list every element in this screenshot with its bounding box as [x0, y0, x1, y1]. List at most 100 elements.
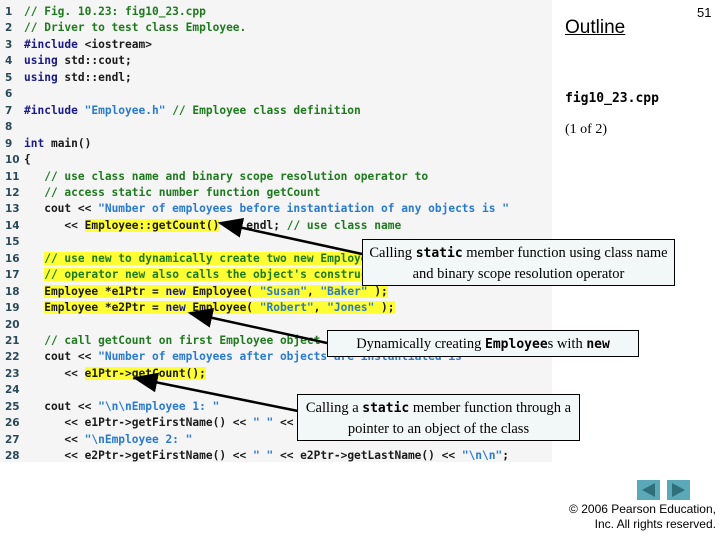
code-text: // use class name and binary scope resol… [24, 169, 428, 185]
line-number: 23 [5, 367, 20, 380]
line-number: 16 [5, 252, 20, 265]
highlighted-code-token: Employee::getCount() [84, 218, 220, 232]
callout-dynamic-create: Dynamically creating Employees with new [327, 330, 639, 357]
code-line: 17 // operator new also calls the object… [0, 267, 388, 283]
code-text: << e2Ptr->getFirstName() << " " << e2Ptr… [24, 448, 509, 464]
code-token: cout << [24, 399, 99, 413]
line-number: 25 [5, 400, 20, 413]
highlighted-code-token: Employee *e1Ptr = [44, 284, 166, 298]
code-text: // Driver to test class Employee. [24, 20, 246, 36]
line-number: 5 [5, 71, 13, 84]
line-number: 22 [5, 351, 20, 364]
next-slide-button[interactable] [667, 480, 690, 500]
code-line: 21 // call getCount on first Employee ob… [0, 333, 320, 349]
highlighted-code-token: "Susan" [259, 284, 307, 298]
code-token: // use class name [286, 218, 402, 232]
page-number: 51 [697, 5, 712, 20]
highlighted-code-token: // operator new also calls the object's … [44, 268, 388, 282]
code-token: std::cout; [64, 54, 132, 68]
line-number: 10 [5, 154, 20, 167]
code-text: #include <iostream> [24, 37, 152, 53]
code-token: << e1Ptr->getFirstName() << [24, 416, 254, 430]
code-token: #include [24, 103, 85, 117]
line-number: 12 [5, 186, 20, 199]
code-text: cout << "Number of employees before inst… [24, 201, 509, 217]
code-text: << "\nEmployee 2: " [24, 432, 192, 448]
highlighted-code-token: // use new to dynamically create two new… [44, 251, 381, 265]
line-number: 6 [5, 88, 13, 101]
line-number: 28 [5, 450, 20, 463]
code-line: 15 [0, 234, 27, 250]
code-token: << e2Ptr->getLastName() << [273, 449, 462, 463]
code-text: Employee *e1Ptr = new Employee( "Susan",… [24, 284, 388, 300]
highlighted-code-token: new [165, 301, 193, 315]
line-number: 20 [5, 318, 20, 331]
highlighted-code-token: ); [374, 301, 395, 315]
code-text: // use new to dynamically create two new… [24, 251, 381, 267]
code-line: 11 // use class name and binary scope re… [0, 169, 428, 185]
line-number: 26 [5, 417, 20, 430]
code-text: << e1Ptr->getCount(); [24, 366, 206, 382]
code-line: 18 Employee *e1Ptr = new Employee( "Susa… [0, 284, 388, 300]
code-text: using std::endl; [24, 70, 132, 86]
code-line: 2 // Driver to test class Employee. [0, 20, 246, 36]
line-number: 18 [5, 285, 20, 298]
code-token: int [24, 136, 51, 150]
highlighted-code-token: new [165, 284, 193, 298]
highlighted-code-token: , [313, 301, 328, 315]
highlighted-code-token: "Jones" [327, 301, 375, 315]
code-text: { [24, 152, 31, 168]
code-token: cout << [24, 350, 99, 364]
previous-slide-button[interactable] [637, 480, 660, 500]
code-line: 9 int main() [0, 136, 91, 152]
code-line: 12 // access static number function getC… [0, 185, 320, 201]
code-token: << [24, 218, 85, 232]
code-line: 23 << e1Ptr->getCount(); [0, 366, 206, 382]
code-line: 10 { [0, 152, 31, 168]
callout-static-pointer: Calling a static member function through… [297, 394, 580, 441]
code-text: // operator new also calls the object's … [24, 267, 388, 283]
code-token: #include [24, 37, 85, 51]
code-line: 20 [0, 317, 27, 333]
code-token: " " [253, 449, 274, 463]
code-line: 14 << Employee::getCount() << endl; // u… [0, 218, 401, 234]
code-token: using [24, 70, 65, 84]
code-line: 19 Employee *e2Ptr = new Employee( "Robe… [0, 300, 395, 316]
code-line: 22 cout << "Number of employees after ob… [0, 349, 475, 365]
code-text: << Employee::getCount() << endl; // use … [24, 218, 401, 234]
outline-link[interactable]: Outline [565, 17, 625, 39]
highlighted-code-token: ); [367, 284, 388, 298]
code-text: // access static number function getCoun… [24, 185, 320, 201]
code-token: "Number of employees before instantiatio… [98, 202, 509, 216]
code-token: << endl; [219, 218, 287, 232]
line-number: 27 [5, 433, 20, 446]
line-number: 1 [5, 6, 13, 18]
code-listing: 1 // Fig. 10.23: fig10_23.cpp 2 // Driver t… [0, 0, 552, 462]
line-number: 24 [5, 384, 20, 397]
code-line: 1 // Fig. 10.23: fig10_23.cpp [0, 4, 206, 20]
code-text: // Fig. 10.23: fig10_23.cpp [24, 4, 206, 20]
highlighted-code-token: , [306, 284, 321, 298]
code-line: 4 using std::cout; [0, 53, 132, 69]
code-token: << e2Ptr->getFirstName() << [24, 449, 254, 463]
line-number: 11 [5, 170, 20, 183]
file-name-label: fig10_23.cpp [565, 91, 659, 106]
code-line: 28 << e2Ptr->getFirstName() << " " << e2… [0, 448, 509, 464]
code-token: "\n\n" [461, 449, 503, 463]
line-number: 21 [5, 335, 20, 347]
code-token: // Fig. 10.23: fig10_23.cpp [24, 5, 206, 18]
page-of-label: (1 of 2) [565, 122, 607, 137]
line-number: 14 [5, 219, 20, 232]
code-token: <iostream> [84, 37, 152, 51]
callout-static-class-name: Calling static member function using cla… [362, 239, 675, 286]
code-token: cout << [24, 202, 99, 216]
line-number: 2 [5, 22, 13, 35]
code-text: Employee *e2Ptr = new Employee( "Robert"… [24, 300, 395, 316]
line-number: 17 [5, 269, 20, 282]
code-token: main() [50, 136, 92, 150]
code-token: " " [253, 416, 274, 430]
line-number: 8 [5, 121, 13, 134]
